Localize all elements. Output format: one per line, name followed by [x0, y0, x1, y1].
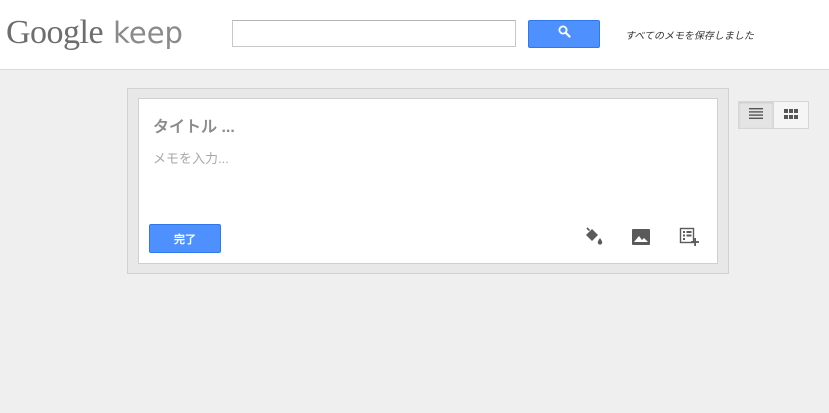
grid-view-icon [784, 106, 798, 124]
logo-keep-text: keep [113, 16, 183, 50]
insert-image-button[interactable] [629, 227, 653, 251]
note-title-field[interactable]: タイトル ... [153, 113, 693, 137]
note-body-field[interactable]: メモを入力... [153, 148, 693, 167]
header-bar: Google keep すべてのメモを保存しました [0, 0, 829, 70]
done-button[interactable]: 完了 [149, 224, 221, 253]
list-view-icon [749, 106, 763, 124]
grid-view-button[interactable] [773, 102, 808, 128]
list-view-button[interactable] [739, 102, 773, 128]
image-icon [631, 228, 651, 251]
checklist-icon [679, 227, 699, 252]
search-icon [558, 25, 571, 43]
view-toggle [738, 101, 809, 129]
google-keep-logo[interactable]: Google keep [6, 14, 183, 54]
color-fill-icon [582, 226, 604, 253]
color-fill-button[interactable] [581, 226, 605, 253]
new-checklist-button[interactable] [677, 227, 701, 251]
note-composer: タイトル ... メモを入力... 完了 [138, 98, 718, 264]
logo-google-text: Google [6, 14, 104, 51]
save-status-text: すべてのメモを保存しました [625, 31, 754, 42]
search-input[interactable] [232, 20, 516, 47]
search-button[interactable] [528, 20, 600, 48]
